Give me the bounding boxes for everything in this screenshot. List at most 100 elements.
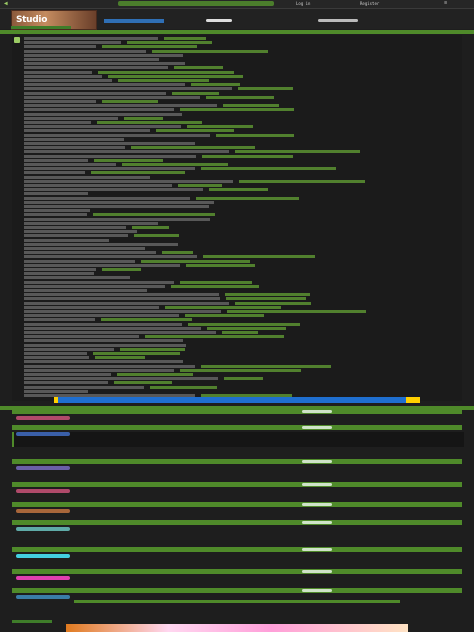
reply-post bbox=[12, 502, 462, 518]
avatar[interactable] bbox=[16, 554, 70, 558]
post-text-link[interactable] bbox=[179, 368, 302, 372]
post-text-link[interactable] bbox=[91, 171, 186, 175]
post-text-link[interactable] bbox=[215, 133, 295, 137]
avatar[interactable] bbox=[16, 509, 70, 513]
post-text-link[interactable] bbox=[145, 335, 285, 339]
avatar[interactable] bbox=[16, 489, 70, 493]
login-button[interactable]: Log in bbox=[296, 1, 342, 6]
post-text-link[interactable] bbox=[203, 255, 315, 259]
post-text-link[interactable] bbox=[224, 377, 264, 381]
post-text-link[interactable] bbox=[101, 268, 141, 271]
post-text-link[interactable] bbox=[200, 364, 331, 368]
forum-header: Studio bbox=[0, 9, 474, 33]
post-text-link[interactable] bbox=[134, 234, 180, 238]
thread-tag[interactable] bbox=[104, 19, 164, 23]
reply-action-pill[interactable] bbox=[302, 570, 332, 573]
post-text-link[interactable] bbox=[101, 100, 159, 103]
post-text-link[interactable] bbox=[208, 188, 269, 192]
avatar[interactable] bbox=[16, 432, 70, 436]
post-text-line bbox=[24, 133, 210, 137]
reply-action-pill[interactable] bbox=[302, 589, 332, 592]
reply-action-pill[interactable] bbox=[302, 521, 332, 524]
reply-action-pill[interactable] bbox=[302, 426, 332, 429]
advertisement-banner[interactable] bbox=[66, 624, 408, 632]
post-text-link[interactable] bbox=[93, 352, 180, 355]
post-text-link[interactable] bbox=[161, 251, 193, 255]
reply-action-pill[interactable] bbox=[302, 548, 332, 551]
post-text-link[interactable] bbox=[205, 95, 275, 99]
post-text-link[interactable] bbox=[185, 314, 264, 318]
register-button[interactable]: Register bbox=[360, 1, 418, 6]
post-text-link[interactable] bbox=[151, 49, 268, 53]
post-text-line bbox=[24, 310, 222, 313]
post-text-link[interactable] bbox=[163, 37, 207, 40]
post-text-link[interactable] bbox=[101, 318, 193, 322]
post-text-link[interactable] bbox=[178, 184, 222, 187]
post-text-link[interactable] bbox=[227, 310, 367, 313]
post-text-link[interactable] bbox=[196, 196, 299, 200]
post-text-link[interactable] bbox=[131, 226, 169, 229]
post-text-link[interactable] bbox=[140, 259, 250, 263]
post-text-link[interactable] bbox=[222, 331, 259, 334]
post-text-link[interactable] bbox=[190, 83, 240, 87]
post-text-link[interactable] bbox=[200, 167, 336, 171]
breadcrumb[interactable] bbox=[11, 26, 71, 29]
post-text-line bbox=[24, 343, 186, 347]
post-text-link[interactable] bbox=[123, 116, 164, 120]
reply-action-pill[interactable] bbox=[302, 503, 332, 506]
post-text-link[interactable] bbox=[126, 41, 213, 45]
post-text-link[interactable] bbox=[130, 146, 255, 150]
avatar[interactable] bbox=[16, 466, 70, 470]
post-text-link[interactable] bbox=[187, 125, 253, 129]
post-text-link[interactable] bbox=[225, 297, 307, 301]
post-text-link[interactable] bbox=[118, 79, 209, 82]
post-text-link[interactable] bbox=[120, 347, 185, 351]
post-text-link[interactable] bbox=[174, 66, 224, 70]
reply-action-pill[interactable] bbox=[302, 460, 332, 463]
post-text-link[interactable] bbox=[155, 129, 234, 133]
reply-action-pill[interactable] bbox=[302, 410, 332, 413]
post-text-link[interactable] bbox=[187, 322, 301, 326]
post-text-link[interactable] bbox=[238, 179, 365, 183]
avatar[interactable] bbox=[16, 595, 70, 599]
reply-action-pill[interactable] bbox=[302, 483, 332, 486]
post-text-line bbox=[24, 221, 159, 225]
post-text-link[interactable] bbox=[122, 163, 228, 166]
post-text-link[interactable] bbox=[235, 150, 360, 154]
post-text-link[interactable] bbox=[114, 381, 173, 385]
post-text-link[interactable] bbox=[180, 108, 294, 112]
thread-status-pill bbox=[318, 19, 358, 22]
post-text-link[interactable] bbox=[97, 70, 235, 74]
avatar[interactable] bbox=[16, 576, 70, 580]
back-icon[interactable]: ◀ bbox=[4, 1, 14, 7]
post-text-link[interactable] bbox=[150, 385, 217, 389]
avatar[interactable] bbox=[14, 37, 20, 43]
site-search-bar[interactable] bbox=[118, 1, 274, 6]
post-text-link[interactable] bbox=[116, 373, 193, 376]
post-text-link[interactable] bbox=[101, 45, 197, 49]
post-text-link[interactable] bbox=[170, 284, 260, 288]
post-text-link[interactable] bbox=[222, 104, 279, 108]
post-text-link[interactable] bbox=[108, 74, 244, 78]
post-text-link[interactable] bbox=[164, 305, 282, 309]
avatar[interactable] bbox=[16, 527, 70, 531]
post-text-link[interactable] bbox=[97, 121, 203, 124]
post-text-link[interactable] bbox=[93, 158, 163, 162]
post-text-link[interactable] bbox=[202, 154, 294, 158]
promo-banner[interactable] bbox=[54, 397, 420, 403]
post-text-link[interactable] bbox=[95, 356, 146, 360]
post-text-link[interactable] bbox=[235, 301, 311, 305]
avatar[interactable] bbox=[16, 416, 70, 420]
post-text-link[interactable] bbox=[180, 280, 252, 284]
post-text-link[interactable] bbox=[93, 213, 215, 217]
reply-header bbox=[12, 502, 462, 507]
post-text-line bbox=[24, 335, 140, 339]
post-text-link[interactable] bbox=[185, 263, 256, 267]
post-text-line bbox=[24, 125, 182, 129]
post-text-link[interactable] bbox=[207, 326, 287, 330]
post-text-link[interactable] bbox=[172, 91, 219, 95]
post-text-link[interactable] bbox=[237, 87, 294, 91]
post-text-link[interactable] bbox=[224, 293, 310, 297]
pagination[interactable] bbox=[12, 620, 52, 623]
menu-icon[interactable]: ≡ bbox=[444, 1, 464, 6]
